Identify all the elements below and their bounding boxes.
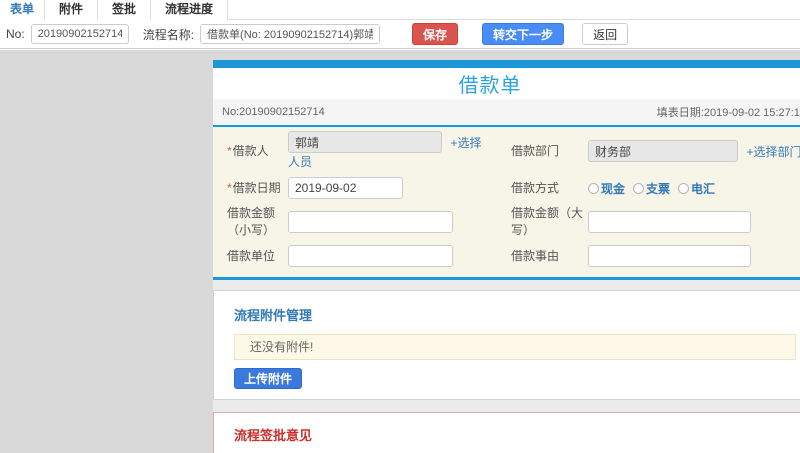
tab-bar: 表单 附件 签批 流程进度: [0, 0, 800, 20]
required-mark: *: [227, 143, 232, 158]
borrower-input[interactable]: [288, 131, 442, 153]
form-meta-strip: No:20190902152714 填表日期:2019-09-02 15:27:…: [213, 99, 800, 127]
loan-form-panel: 借款单 No:20190902152714 填表日期:2019-09-02 15…: [213, 60, 800, 453]
panel-top-accent-bar: [213, 60, 800, 68]
command-bar: No: 流程名称: 保存 转交下一步 返回: [0, 20, 800, 49]
department-input[interactable]: [588, 140, 738, 162]
radio-icon[interactable]: [678, 182, 690, 194]
loan-reason-input[interactable]: [588, 245, 751, 267]
loan-date-label: *借款日期: [227, 180, 281, 195]
panel-title-area: 借款单: [213, 68, 800, 99]
amount-big-cell: [588, 211, 800, 233]
select-department-link[interactable]: +选择部门: [746, 145, 800, 159]
tab-progress[interactable]: 流程进度: [151, 0, 229, 20]
approval-section: 流程签批意见 B I abc ⚑: [213, 412, 800, 453]
required-mark: *: [227, 180, 232, 195]
tab-form[interactable]: 表单: [0, 0, 46, 20]
loan-date-cell: [288, 177, 497, 199]
back-button[interactable]: 返回: [582, 23, 629, 45]
no-input[interactable]: [30, 24, 129, 44]
radio-icon[interactable]: [633, 182, 645, 194]
upload-attachment-button[interactable]: 上传附件: [234, 368, 303, 389]
section-gap: [213, 280, 800, 290]
no-attachments-alert: 还没有附件!: [234, 334, 796, 360]
form-number-text: No:20190902152714: [222, 106, 325, 118]
radio-cheque[interactable]: 支票: [633, 180, 670, 197]
page-background: 借款单 No:20190902152714 填表日期:2019-09-02 15…: [0, 50, 800, 453]
tab-approval[interactable]: 签批: [98, 0, 152, 20]
flow-name-label: 流程名称:: [142, 27, 195, 42]
approval-heading: 流程签批意见: [234, 428, 313, 443]
loan-reason-cell: [588, 245, 800, 267]
forward-next-step-button[interactable]: 转交下一步: [482, 23, 565, 45]
department-cell: +选择部门: [588, 140, 800, 162]
page-title: 借款单: [458, 75, 522, 97]
tab-attachment[interactable]: 附件: [45, 0, 99, 20]
flow-name-input[interactable]: [200, 24, 381, 44]
save-button[interactable]: 保存: [412, 23, 459, 45]
department-label: 借款部门: [511, 143, 560, 158]
section-gap: [213, 400, 800, 412]
form-fields: *借款人 +选择人员 借款部门 +选择部门 *借款日期 借款方式 现金: [213, 127, 800, 280]
amount-small-input[interactable]: [288, 211, 453, 233]
amount-big-input[interactable]: [588, 211, 751, 233]
loan-reason-label: 借款事由: [511, 248, 560, 263]
loan-date-input[interactable]: [288, 177, 403, 199]
radio-icon[interactable]: [588, 182, 599, 194]
no-label: No:: [6, 27, 25, 41]
amount-small-cell: [288, 211, 497, 233]
loan-unit-cell: [288, 245, 497, 267]
radio-wire[interactable]: 电汇: [678, 180, 715, 197]
radio-cash[interactable]: 现金: [588, 180, 625, 197]
form-date-text: 填表日期:2019-09-02 15:27:14: [656, 107, 800, 119]
borrower-label: *借款人: [227, 143, 269, 158]
amount-small-label: 借款金额（小写）: [227, 206, 276, 237]
loan-unit-label: 借款单位: [227, 248, 276, 263]
attachments-heading: 流程附件管理: [234, 308, 313, 323]
loan-method-cell: 现金 支票 电汇: [588, 180, 800, 197]
attachments-section: 流程附件管理 还没有附件! 上传附件: [213, 290, 800, 400]
amount-big-label: 借款金额（大写）: [511, 206, 584, 237]
loan-unit-input[interactable]: [288, 245, 453, 267]
loan-method-label: 借款方式: [511, 180, 560, 195]
borrower-cell: +选择人员: [288, 131, 497, 171]
